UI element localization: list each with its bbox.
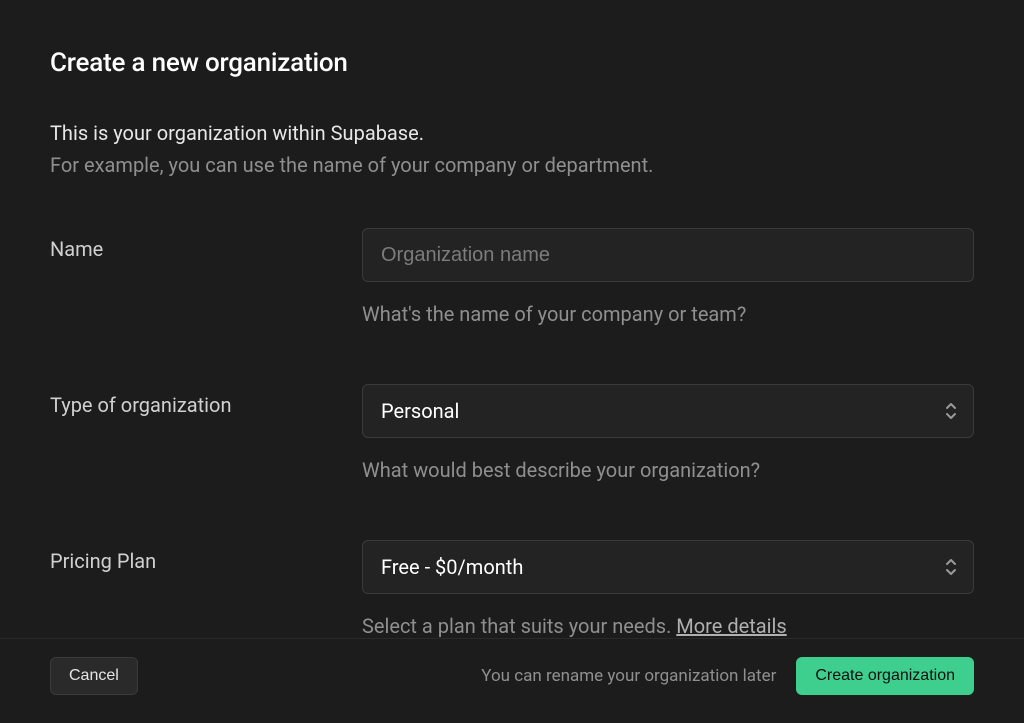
form-body: Name What's the name of your company or … (0, 180, 1024, 638)
dialog-title: Create a new organization (50, 48, 974, 78)
footer-note: You can rename your organization later (481, 666, 776, 686)
create-organization-dialog: Create a new organization This is your o… (0, 0, 1024, 722)
plan-hint-text: Select a plan that suits your needs. (362, 614, 676, 638)
create-organization-button[interactable]: Create organization (796, 657, 974, 695)
name-hint: What's the name of your company or team? (362, 302, 974, 326)
intro-subtext: For example, you can use the name of you… (50, 150, 974, 180)
intro-text: This is your organization within Supabas… (50, 118, 974, 148)
plan-hint: Select a plan that suits your needs. Mor… (362, 614, 974, 638)
type-hint: What would best describe your organizati… (362, 458, 974, 482)
organization-name-input[interactable] (362, 228, 974, 282)
type-field: Personal What would best describe your o… (362, 384, 974, 482)
plan-label: Pricing Plan (50, 540, 362, 573)
type-value: Personal (381, 399, 459, 423)
pricing-plan-select[interactable]: Free - $0/month (362, 540, 974, 594)
plan-row: Pricing Plan Free - $0/month Select a pl… (50, 540, 974, 638)
name-label: Name (50, 228, 362, 261)
plan-field: Free - $0/month Select a plan that suits… (362, 540, 974, 638)
type-row: Type of organization Personal What would… (50, 384, 974, 482)
organization-type-select[interactable]: Personal (362, 384, 974, 438)
type-label: Type of organization (50, 384, 362, 417)
intro-section: This is your organization within Supabas… (0, 78, 1024, 180)
more-details-link[interactable]: More details (676, 614, 786, 638)
name-row: Name What's the name of your company or … (50, 228, 974, 326)
plan-value: Free - $0/month (381, 555, 523, 579)
name-field: What's the name of your company or team? (362, 228, 974, 326)
dialog-header: Create a new organization (0, 0, 1024, 78)
dialog-footer: Cancel You can rename your organization … (0, 638, 1024, 723)
cancel-button[interactable]: Cancel (50, 657, 138, 695)
